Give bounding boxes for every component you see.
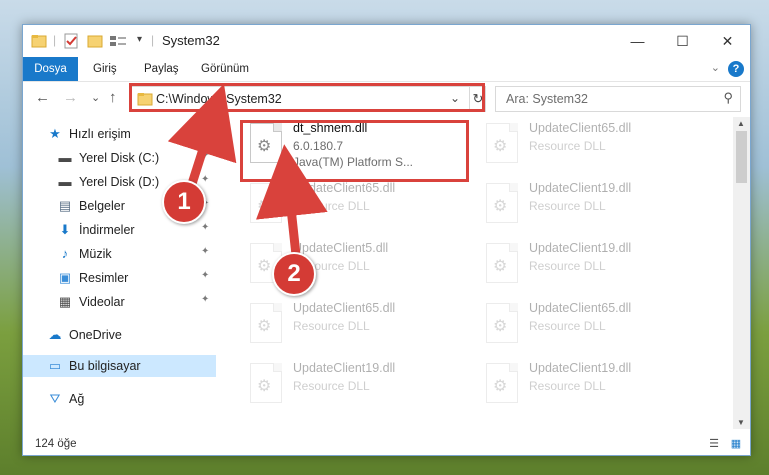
annotation-arrows	[167, 83, 328, 256]
callout-2: 2	[272, 252, 316, 296]
callout-1: 1	[162, 180, 206, 224]
arrow-1	[167, 83, 237, 192]
arrow-2	[256, 144, 328, 256]
